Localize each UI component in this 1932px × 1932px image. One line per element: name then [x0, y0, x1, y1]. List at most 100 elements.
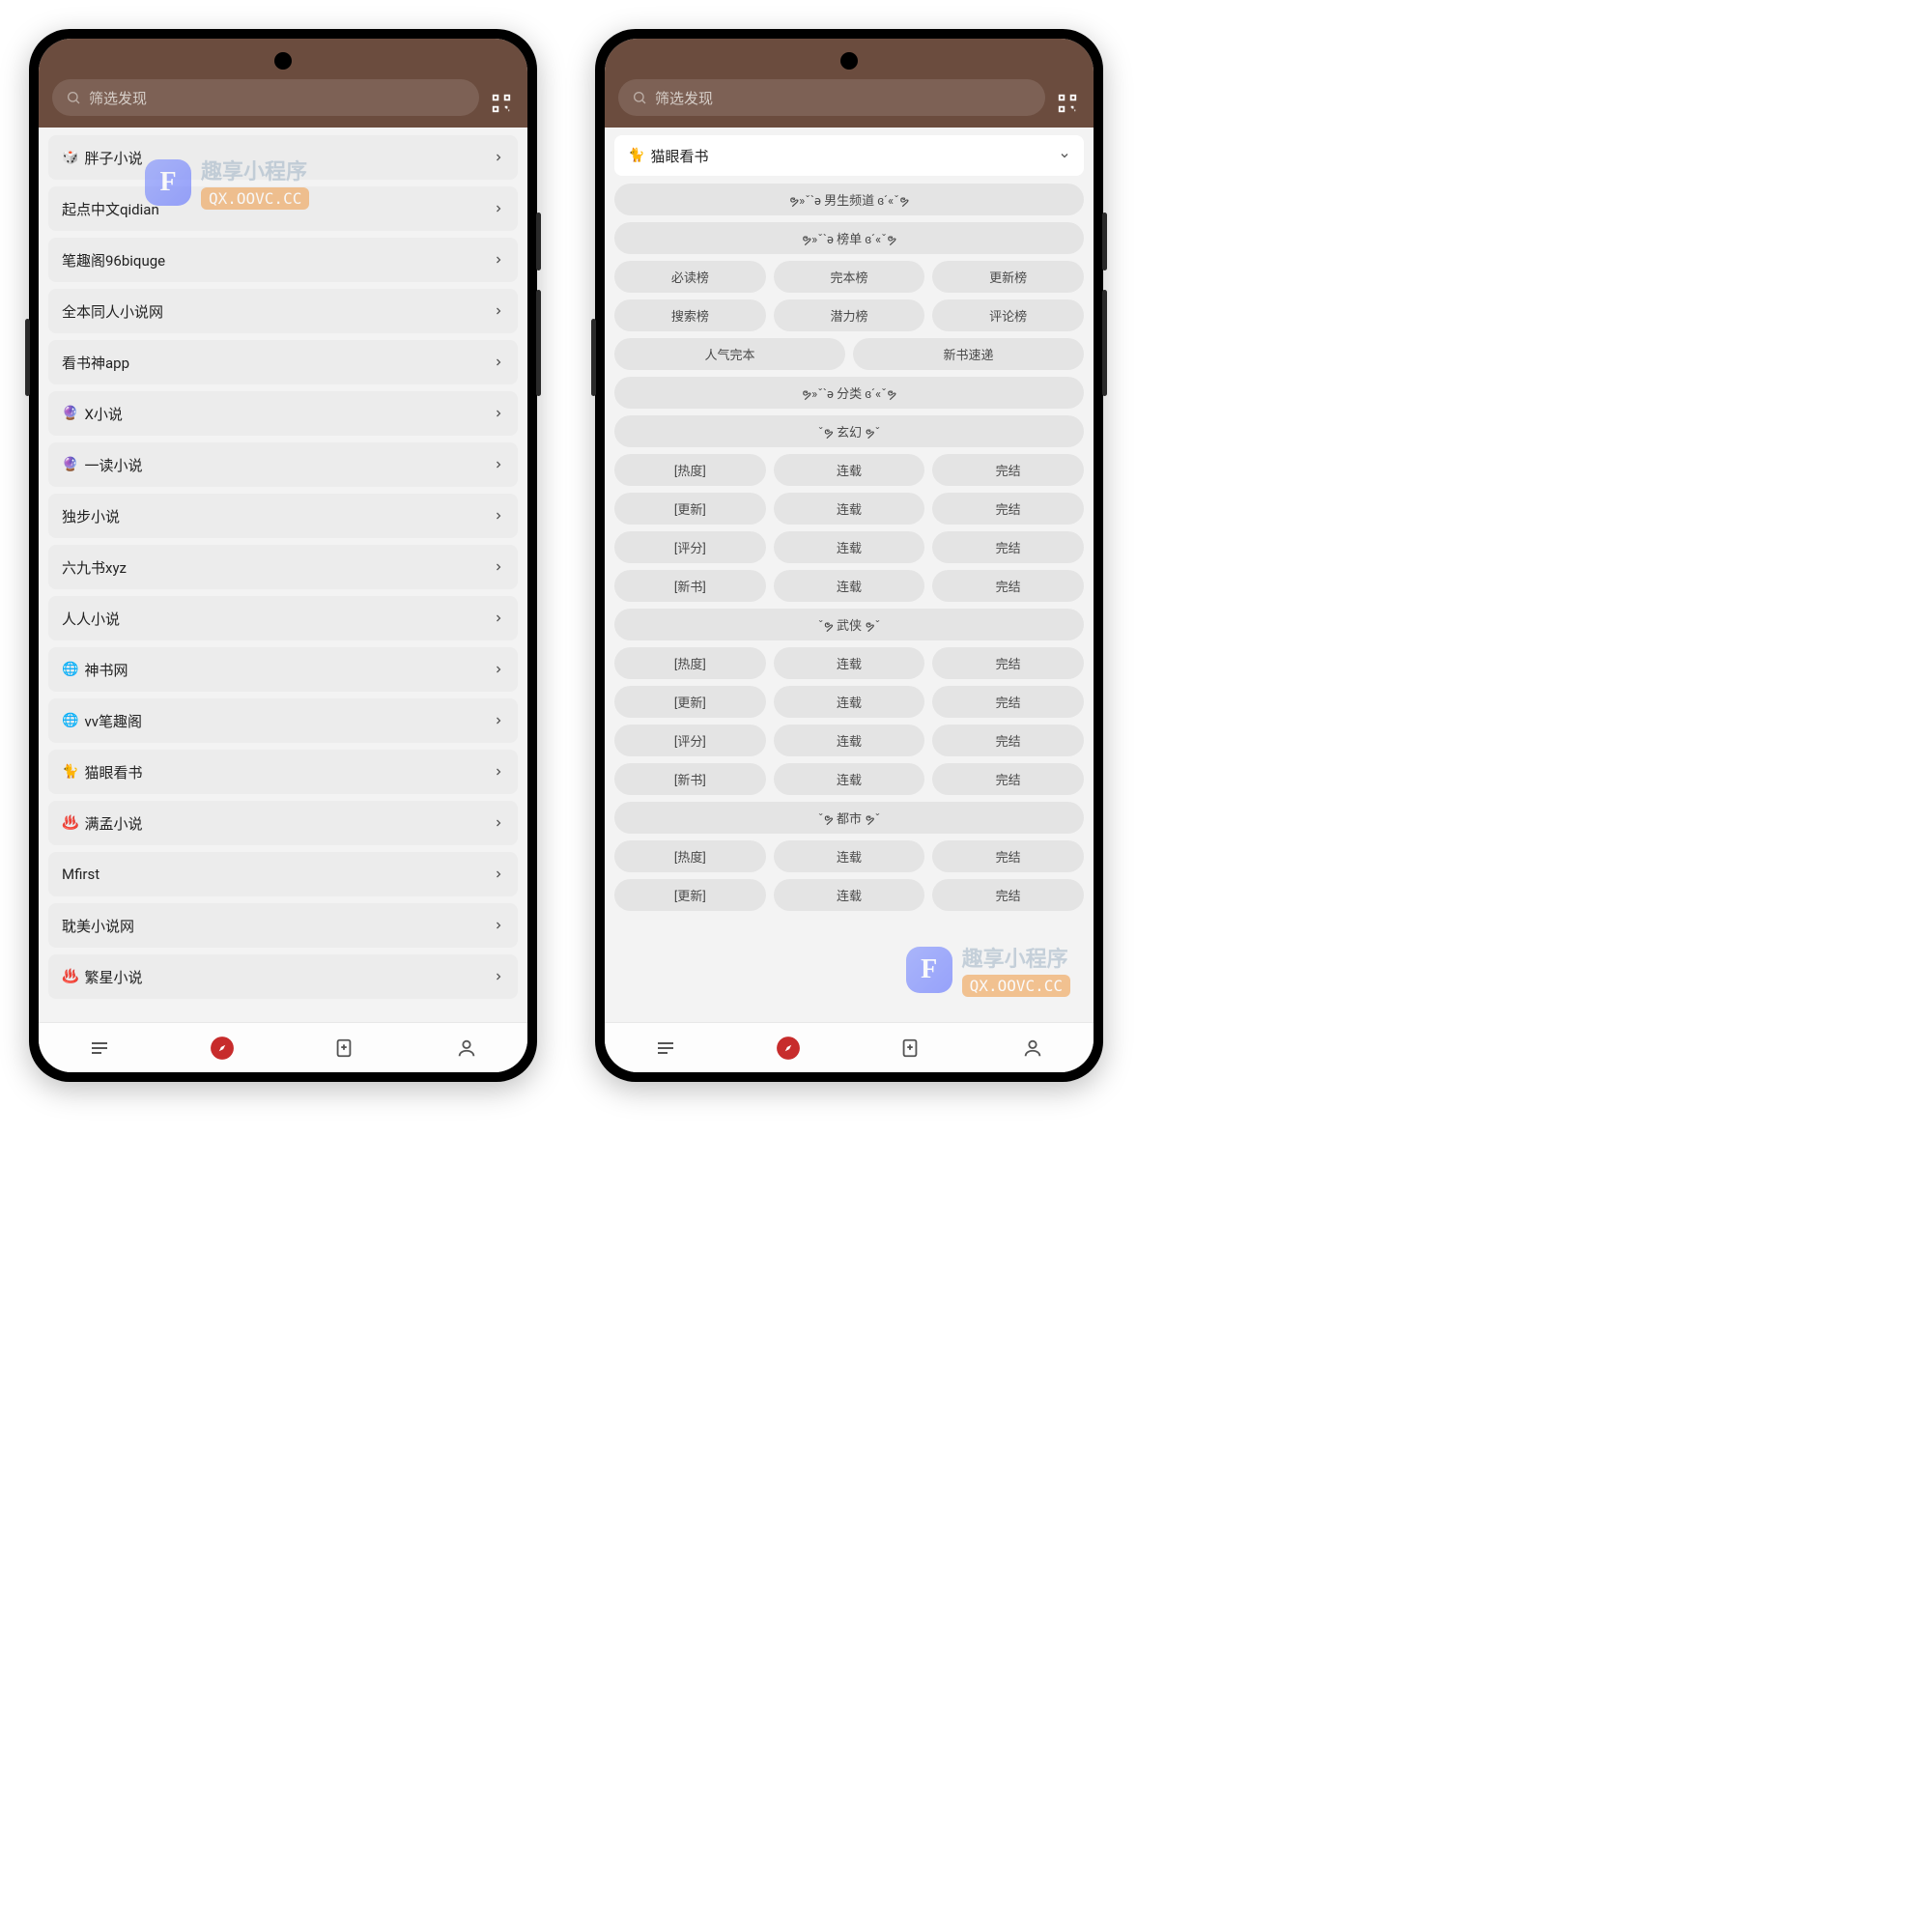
chevron-right-icon — [493, 305, 504, 317]
expanded-source-header[interactable]: 🐈 猫眼看书 — [614, 135, 1084, 176]
search-icon — [632, 90, 647, 105]
section-pill[interactable]: ˇຯ 都市 ຯˇ — [614, 802, 1084, 834]
filter-pill[interactable]: 连载 — [774, 647, 925, 679]
source-row[interactable]: 人人小说 — [48, 596, 518, 640]
nav-bookmark[interactable] — [894, 1032, 926, 1065]
source-row[interactable]: 🌐 vv笔趣阁 — [48, 698, 518, 743]
source-label: 全本同人小说网 — [62, 301, 493, 322]
bottom-nav — [605, 1022, 1094, 1072]
nav-discover[interactable] — [772, 1032, 805, 1065]
source-label: 看书神app — [62, 353, 493, 373]
source-label: 猫眼看书 — [650, 146, 1059, 166]
filter-pill[interactable]: 完结 — [932, 724, 1084, 756]
source-row[interactable]: 六九书xyz — [48, 545, 518, 589]
source-row[interactable]: 🔮一读小说 — [48, 442, 518, 487]
filter-pill[interactable]: [更新] — [614, 686, 766, 718]
filter-pill[interactable]: [更新] — [614, 879, 766, 911]
phone-left: 筛选发现 🎲胖子小说起点中文qidian 笔趣阁96biquge 全本同人小说网看书… — [29, 29, 537, 1082]
chevron-right-icon — [493, 612, 504, 624]
nav-bookshelf[interactable] — [83, 1032, 116, 1065]
nav-bookshelf[interactable] — [649, 1032, 682, 1065]
source-row[interactable]: 独步小说 — [48, 494, 518, 538]
filter-pill[interactable]: [更新] — [614, 493, 766, 525]
filter-pill[interactable]: [评分] — [614, 531, 766, 563]
nav-bookmark[interactable] — [327, 1032, 360, 1065]
filter-pill[interactable]: 连载 — [774, 686, 925, 718]
filter-pill[interactable]: 完结 — [932, 879, 1084, 911]
filter-pill[interactable]: 必读榜 — [614, 261, 766, 293]
source-list[interactable]: 🎲胖子小说起点中文qidian 笔趣阁96biquge 全本同人小说网看书神app 🔮… — [39, 128, 527, 1022]
category-panel[interactable]: 🐈 猫眼看书 ຯ»ˇ`ə 男生频道 ɞ´«ˇຯ ຯ»ˇ`ə 榜单 ɞ´«ˇຯ 必… — [605, 128, 1094, 1022]
source-label: vv笔趣阁 — [84, 711, 493, 731]
source-row[interactable]: 看书神app — [48, 340, 518, 384]
section-pill[interactable]: ຯ»ˇ`ə 分类 ɞ´«ˇຯ — [614, 377, 1084, 409]
filter-pill[interactable]: 连载 — [774, 879, 925, 911]
filter-pill[interactable]: 完结 — [932, 686, 1084, 718]
source-row[interactable]: 全本同人小说网 — [48, 289, 518, 333]
filter-pill[interactable]: 完结 — [932, 493, 1084, 525]
filter-pill[interactable]: [评分] — [614, 724, 766, 756]
nav-discover[interactable] — [206, 1032, 239, 1065]
source-row[interactable]: Mfirst — [48, 852, 518, 896]
source-label: 繁星小说 — [84, 967, 493, 987]
source-row[interactable]: 🐈猫眼看书 — [48, 750, 518, 794]
hw-button — [25, 319, 30, 396]
search-placeholder: 筛选发现 — [89, 88, 147, 108]
filter-pill[interactable]: 更新榜 — [932, 261, 1084, 293]
filter-pill[interactable]: 连载 — [774, 840, 925, 872]
filter-pill[interactable]: 连载 — [774, 724, 925, 756]
source-row[interactable]: 🌐神书网 — [48, 647, 518, 692]
source-row[interactable]: 🎲胖子小说 — [48, 135, 518, 180]
filter-pill[interactable]: 新书速递 — [853, 338, 1084, 370]
filter-pill[interactable]: 完结 — [932, 531, 1084, 563]
filter-pill[interactable]: 人气完本 — [614, 338, 845, 370]
filter-pill[interactable]: 完结 — [932, 570, 1084, 602]
source-row[interactable]: 耽美小说网 — [48, 903, 518, 948]
section-pill[interactable]: ˇຯ 武侠 ຯˇ — [614, 609, 1084, 640]
filter-pill[interactable]: [热度] — [614, 840, 766, 872]
chevron-right-icon — [493, 664, 504, 675]
chevron-right-icon — [493, 971, 504, 982]
source-row[interactable]: ♨️繁星小说 — [48, 954, 518, 999]
filter-pill[interactable]: 完本榜 — [774, 261, 925, 293]
filter-pill[interactable]: [新书] — [614, 763, 766, 795]
source-row[interactable]: ♨️满孟小说 — [48, 801, 518, 845]
source-row[interactable]: 起点中文qidian — [48, 186, 518, 231]
hw-button — [591, 319, 596, 396]
section-pill[interactable]: ຯ»ˇ`ə 榜单 ɞ´«ˇຯ — [614, 222, 1084, 254]
filter-pill[interactable]: [新书] — [614, 570, 766, 602]
chevron-right-icon — [493, 254, 504, 266]
filter-pill[interactable]: 评论榜 — [932, 299, 1084, 331]
chevron-right-icon — [493, 920, 504, 931]
chevron-right-icon — [493, 561, 504, 573]
source-emoji: 🌐 — [62, 713, 78, 728]
qr-scan-icon[interactable] — [489, 91, 514, 116]
chevron-right-icon — [493, 356, 504, 368]
qr-scan-icon[interactable] — [1055, 91, 1080, 116]
source-row[interactable]: 笔趣阁96biquge — [48, 238, 518, 282]
filter-pill[interactable]: [热度] — [614, 454, 766, 486]
nav-profile[interactable] — [450, 1032, 483, 1065]
nav-profile[interactable] — [1016, 1032, 1049, 1065]
filter-pill[interactable]: 完结 — [932, 647, 1084, 679]
filter-pill[interactable]: 连载 — [774, 531, 925, 563]
search-placeholder: 筛选发现 — [655, 88, 713, 108]
search-input[interactable]: 筛选发现 — [618, 79, 1045, 116]
filter-pill[interactable]: 搜索榜 — [614, 299, 766, 331]
filter-pill[interactable]: 完结 — [932, 763, 1084, 795]
filter-pill[interactable]: 完结 — [932, 454, 1084, 486]
filter-pill[interactable]: 连载 — [774, 493, 925, 525]
filter-pill[interactable]: 连载 — [774, 454, 925, 486]
chevron-right-icon — [493, 766, 504, 778]
filter-pill[interactable]: [热度] — [614, 647, 766, 679]
section-pill[interactable]: ˇຯ 玄幻 ຯˇ — [614, 415, 1084, 447]
filter-pill[interactable]: 连载 — [774, 570, 925, 602]
hw-button — [536, 290, 541, 396]
filter-pill[interactable]: 潜力榜 — [774, 299, 925, 331]
filter-pill[interactable]: 完结 — [932, 840, 1084, 872]
camera-notch — [840, 52, 858, 70]
search-input[interactable]: 筛选发现 — [52, 79, 479, 116]
source-row[interactable]: 🔮X小说 — [48, 391, 518, 436]
section-pill[interactable]: ຯ»ˇ`ə 男生频道 ɞ´«ˇຯ — [614, 184, 1084, 215]
filter-pill[interactable]: 连载 — [774, 763, 925, 795]
